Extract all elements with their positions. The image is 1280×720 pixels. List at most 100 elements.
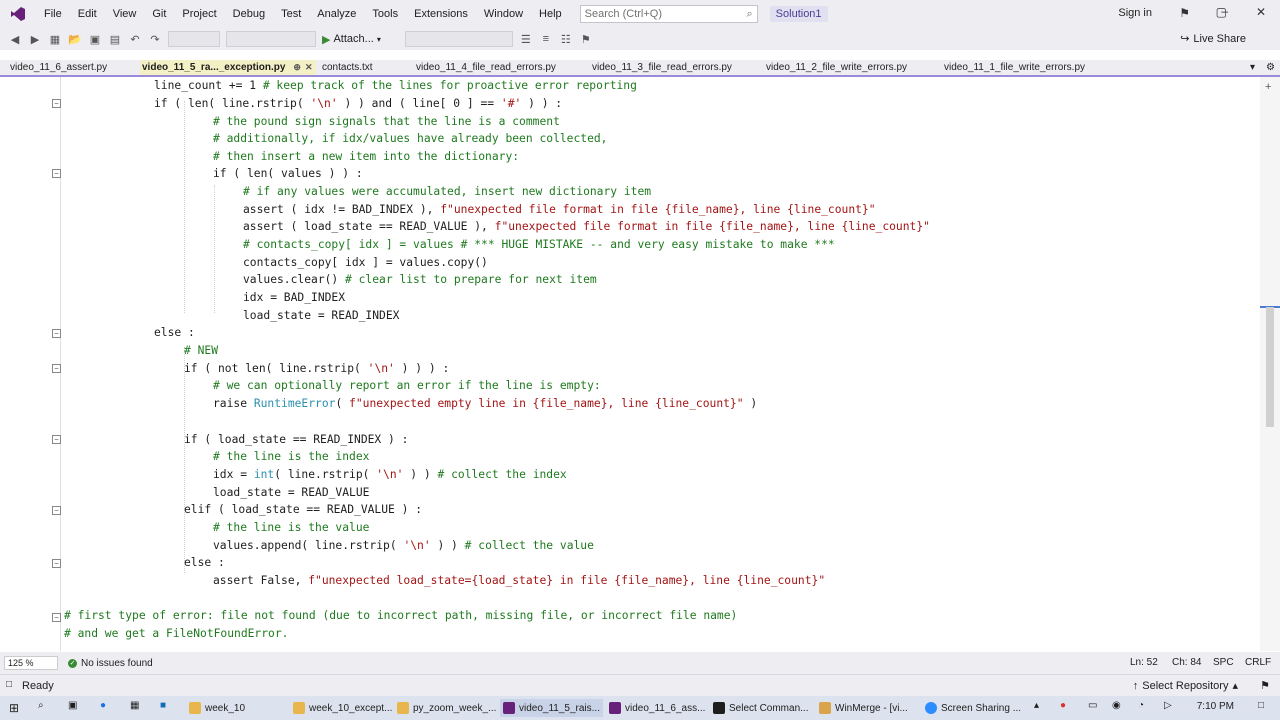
task-view-icon[interactable]: ▣ [68,700,77,711]
tab-video-11-6[interactable]: video_11_6_assert.py [8,60,109,75]
menu-test[interactable]: Test [273,8,309,20]
live-share-button[interactable]: ↪ Live Share [1180,32,1246,46]
taskbar-item-video-11-6[interactable]: video_11_6_ass... [606,699,708,717]
column-number[interactable]: Ch: 84 [1172,657,1201,668]
outlook-icon[interactable]: ■ [160,700,166,711]
open-folder-icon[interactable]: 📂 [68,32,82,46]
menu-edit[interactable]: Edit [70,8,105,20]
format-icon[interactable]: ≡ [539,32,553,46]
menu-view[interactable]: View [105,8,145,20]
indent-guide [214,185,215,313]
menu-analyze[interactable]: Analyze [309,8,364,20]
line-number[interactable]: Ln: 52 [1130,657,1158,668]
platform-select[interactable] [226,31,316,47]
code-line: values.clear() # clear list to prepare f… [243,271,597,289]
select-repository-button[interactable]: ↑ Select Repository ▴ [1133,679,1238,693]
close-icon[interactable]: ✕ [1256,5,1266,19]
tray-chevron-icon[interactable]: ▴ [1034,700,1039,711]
tab-video-11-2[interactable]: video_11_2_file_write_errors.py [764,60,909,75]
issues-indicator[interactable]: ✓ No issues found [68,658,153,669]
code-comment: # the line is the value [213,521,370,534]
tab-video-11-3[interactable]: video_11_3_file_read_errors.py [590,60,734,75]
fold-marker[interactable]: − [52,169,61,178]
menu-debug[interactable]: Debug [225,8,273,20]
store-icon[interactable]: ▦ [130,700,139,711]
maximize-icon[interactable]: ▢ [1216,5,1227,19]
menu-help[interactable]: Help [531,8,570,20]
save-all-icon[interactable]: ▤ [108,32,122,46]
comment-icon[interactable]: ☷ [559,32,573,46]
search-icon[interactable]: ⌕ [38,700,44,711]
volume-icon[interactable]: ▷ [1164,700,1172,711]
taskbar-item-winmerge[interactable]: WinMerge - [vi... [816,699,911,717]
fold-marker[interactable]: − [52,364,61,373]
taskbar-item-screen-sharing[interactable]: Screen Sharing ... [922,699,1024,717]
taskbar-item-week-10[interactable]: week_10 [186,699,248,717]
notifications-icon[interactable]: ⚑ [1260,679,1270,692]
taskbar-item-py-zoom[interactable]: py_zoom_week_... [394,699,499,717]
attach-button[interactable]: ▶ Attach... ▾ [322,33,381,46]
tab-video-11-5-active[interactable]: video_11_5_ra..._exception.py ⊕ ✕ [140,60,316,75]
configuration-select[interactable] [168,31,220,47]
edge-icon[interactable]: ● [100,700,106,711]
code-editor[interactable]: − − − − − − − − line_count += 1 # keep t… [0,77,1260,651]
search-input[interactable]: Search (Ctrl+Q) ⌕ [579,5,758,23]
vertical-scrollbar[interactable]: + [1260,77,1280,651]
code-text: ) [743,397,758,410]
menu-git[interactable]: Git [144,8,174,20]
windows-start-icon[interactable]: ⊞ [9,701,19,715]
redo-icon[interactable]: ↷ [148,32,162,46]
code-string: f"unexpected empty line in {file_name}, … [349,397,744,410]
code-string: '#' [500,97,522,110]
line-ending[interactable]: CRLF [1245,657,1271,668]
bookmark-icon[interactable]: ⚑ [579,32,593,46]
notification-center-icon[interactable]: □ [1258,700,1264,711]
code-line: assert False, f"unexpected load_state={l… [213,572,825,590]
tab-video-11-1[interactable]: video_11_1_file_write_errors.py [942,60,1087,75]
code-text: ) ) [430,539,465,552]
tab-overflow-icon[interactable]: ▾ [1248,60,1257,75]
wifi-icon[interactable]: ◔ [1138,700,1144,711]
fold-marker[interactable]: − [52,506,61,515]
new-project-icon[interactable]: ▦ [48,32,62,46]
battery-icon[interactable]: ▭ [1088,700,1097,711]
fold-marker[interactable]: − [52,559,61,568]
menu-tools[interactable]: Tools [364,8,406,20]
fold-marker[interactable]: − [52,99,61,108]
scrollbar-thumb[interactable] [1266,307,1274,427]
tab-contacts[interactable]: contacts.txt [320,60,375,75]
undo-icon[interactable]: ↶ [128,32,142,46]
browse-icon[interactable]: ☰ [519,32,533,46]
whitespace-mode[interactable]: SPC [1213,657,1234,668]
network-icon[interactable]: ◉ [1112,700,1121,711]
code-line: if ( len( line.rstrip( '\n' ) ) and ( li… [154,95,562,113]
zoom-select[interactable]: 125 % [4,656,58,670]
code-comment: # we can optionally report an error if t… [213,379,601,392]
sign-in-link[interactable]: Sign in [1118,7,1152,19]
tab-video-11-4[interactable]: video_11_4_file_read_errors.py [414,60,558,75]
settings-icon[interactable]: ⚙ [1264,60,1277,75]
save-icon[interactable]: ▣ [88,32,102,46]
back-icon[interactable]: ◀ [8,32,22,46]
debug-target-select[interactable] [404,31,513,47]
code-line: values.append( line.rstrip( '\n' ) ) # c… [213,537,594,555]
menu-project[interactable]: Project [174,8,224,20]
fold-marker[interactable]: − [52,435,61,444]
pin-icon[interactable]: ⊕ [293,62,301,72]
system-clock[interactable]: 7:10 PM [1197,701,1234,712]
fold-marker[interactable]: − [52,329,61,338]
tray-app-icon[interactable]: ● [1060,700,1066,711]
forward-icon[interactable]: ▶ [28,32,42,46]
taskbar-item-command[interactable]: Select Comman... [710,699,811,717]
code-line: contacts_copy[ idx ] = values.copy() [243,256,488,269]
split-editor-icon[interactable]: + [1265,81,1271,93]
close-tab-icon[interactable]: ✕ [305,62,313,72]
taskbar-item-video-11-5[interactable]: video_11_5_rais... [500,699,603,717]
fold-marker[interactable]: − [52,613,61,622]
code-text: raise [213,397,254,410]
taskbar-item-week-10-except[interactable]: week_10_except... [290,699,395,717]
menu-file[interactable]: File [36,8,70,20]
user-feedback-icon[interactable]: ⚑ [1179,6,1190,20]
menu-window[interactable]: Window [476,8,531,20]
menu-extensions[interactable]: Extensions [406,8,476,20]
